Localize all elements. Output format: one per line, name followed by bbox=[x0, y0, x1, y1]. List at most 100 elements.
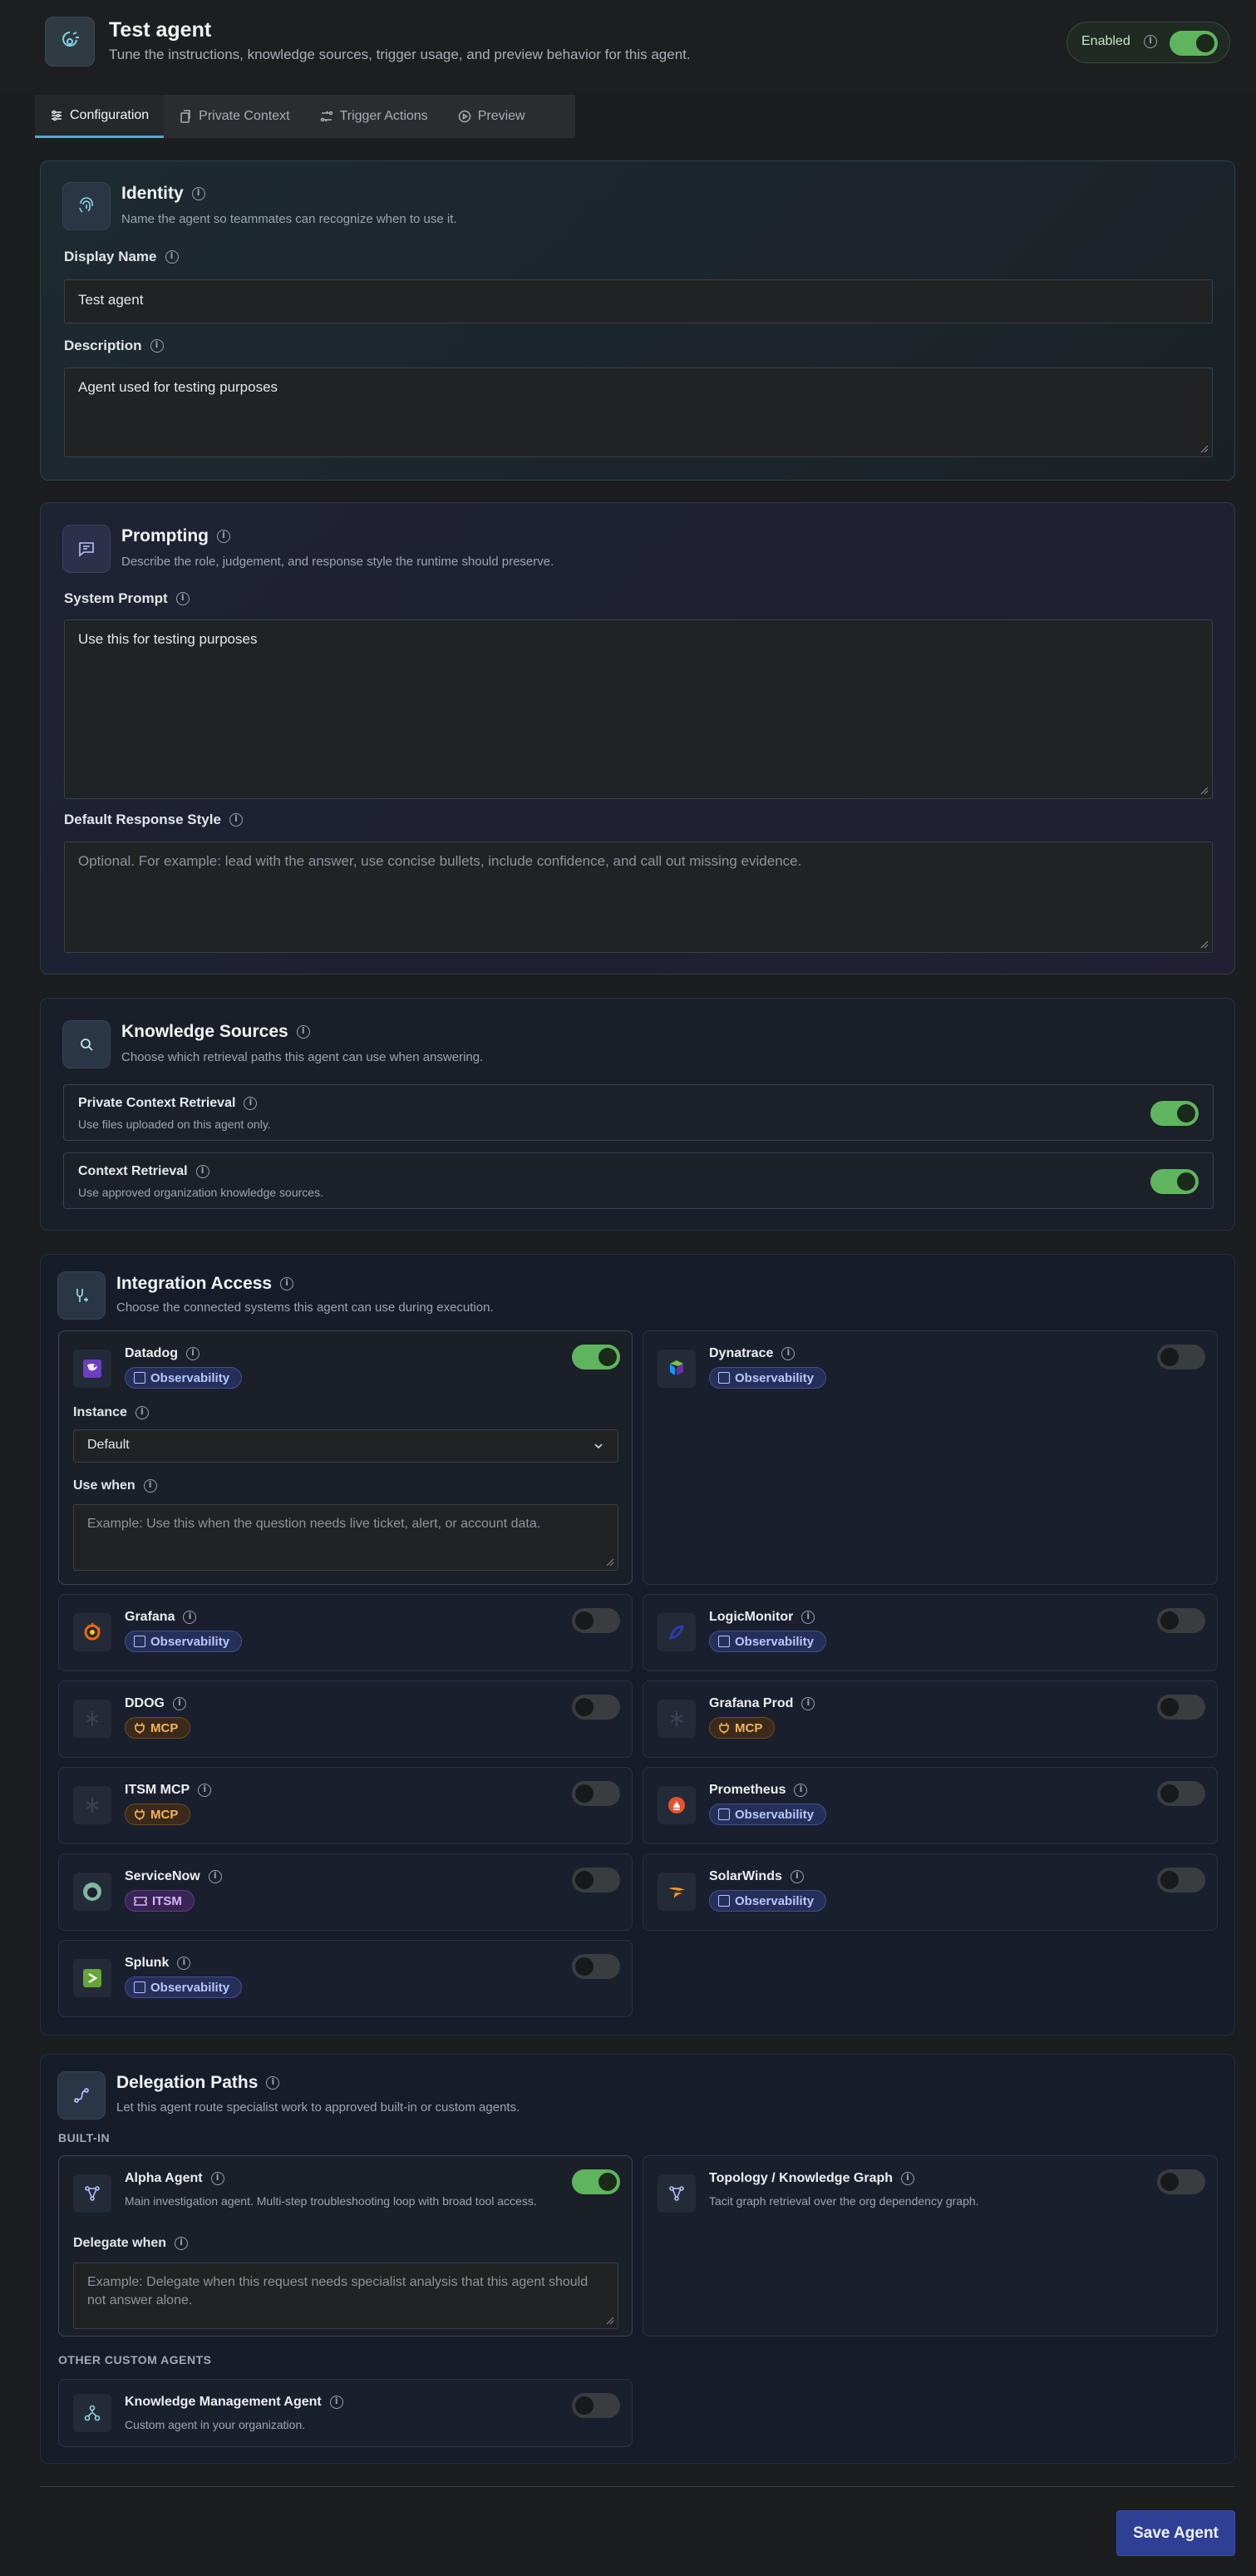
integration-card-grafana-prod: Grafana Prod MCP bbox=[643, 1680, 1218, 1758]
instance-select[interactable]: Default bbox=[73, 1429, 618, 1463]
info-icon[interactable] bbox=[165, 250, 179, 264]
knowledge-management-toggle[interactable] bbox=[572, 2393, 620, 2418]
activity-icon bbox=[134, 1636, 145, 1647]
category-badge: Observability bbox=[125, 1367, 243, 1389]
integration-card-logicmonitor: LogicMonitor Observability bbox=[643, 1594, 1218, 1671]
info-icon[interactable] bbox=[175, 2237, 189, 2250]
info-icon[interactable] bbox=[198, 1784, 212, 1797]
splunk-toggle[interactable] bbox=[572, 1954, 620, 1979]
info-icon[interactable] bbox=[210, 2172, 224, 2185]
info-icon[interactable] bbox=[329, 2396, 343, 2409]
info-icon[interactable] bbox=[173, 1697, 186, 1710]
dynatrace-toggle[interactable] bbox=[1157, 1345, 1205, 1369]
resize-grip-icon[interactable] bbox=[1200, 940, 1209, 949]
info-icon[interactable] bbox=[135, 1406, 149, 1419]
integration-title: Integration Access bbox=[116, 1274, 294, 1294]
tab-configuration[interactable]: Configuration bbox=[35, 95, 165, 138]
info-icon[interactable] bbox=[794, 1784, 808, 1797]
agent-description: Main investigation agent. Multi-step tro… bbox=[125, 2194, 537, 2208]
agent-network-icon bbox=[658, 2174, 696, 2213]
resize-grip-icon[interactable] bbox=[1200, 445, 1209, 453]
info-icon[interactable] bbox=[790, 1870, 804, 1883]
info-icon[interactable] bbox=[296, 1025, 310, 1039]
delegation-card-knowledge-management: Knowledge Management Agent Custom agent … bbox=[58, 2379, 633, 2447]
info-icon[interactable] bbox=[1144, 35, 1157, 48]
info-icon[interactable] bbox=[183, 1611, 197, 1624]
tab-trigger-actions[interactable]: Trigger Actions bbox=[305, 95, 443, 138]
alpha-agent-toggle[interactable] bbox=[572, 2169, 620, 2194]
knowledge-item-title: Private Context Retrieval bbox=[78, 1096, 258, 1111]
info-icon[interactable] bbox=[801, 1611, 815, 1624]
activity-icon bbox=[134, 1372, 145, 1384]
display-name-input[interactable]: Test agent bbox=[64, 279, 1213, 323]
page-subtitle: Tune the instructions, knowledge sources… bbox=[109, 47, 691, 62]
prometheus-toggle[interactable] bbox=[1157, 1781, 1205, 1806]
grafana-prod-toggle[interactable] bbox=[1157, 1695, 1205, 1720]
tab-label: Private Context bbox=[199, 109, 290, 123]
delegate-when-textarea[interactable]: Example: Delegate when this request need… bbox=[73, 2263, 618, 2329]
category-badge: ITSM bbox=[125, 1890, 195, 1912]
system-prompt-label: System Prompt bbox=[64, 590, 190, 607]
info-icon[interactable] bbox=[781, 1347, 795, 1360]
info-icon[interactable] bbox=[175, 592, 190, 605]
description-textarea[interactable]: Agent used for testing purposes bbox=[64, 368, 1213, 457]
info-icon[interactable] bbox=[191, 187, 205, 200]
servicenow-toggle[interactable] bbox=[572, 1868, 620, 1893]
resize-grip-icon[interactable] bbox=[606, 2317, 614, 2325]
splunk-logo-icon bbox=[73, 1959, 111, 1997]
tab-preview[interactable]: Preview bbox=[443, 95, 540, 138]
info-icon[interactable] bbox=[901, 2172, 915, 2185]
tab-private-context[interactable]: Private Context bbox=[164, 95, 304, 138]
tab-label: Configuration bbox=[70, 107, 150, 122]
logicmonitor-toggle[interactable] bbox=[1157, 1608, 1205, 1633]
ddog-toggle[interactable] bbox=[572, 1695, 620, 1720]
context-retrieval-toggle[interactable] bbox=[1150, 1169, 1199, 1194]
info-icon[interactable] bbox=[143, 1479, 157, 1493]
tab-bar: Configuration Private Context Trigger Ac… bbox=[35, 95, 575, 138]
resize-grip-icon[interactable] bbox=[1200, 787, 1209, 795]
info-icon[interactable] bbox=[195, 1165, 209, 1178]
info-icon[interactable] bbox=[229, 813, 243, 827]
info-icon[interactable] bbox=[186, 1347, 199, 1360]
info-icon[interactable] bbox=[280, 1277, 294, 1290]
info-icon[interactable] bbox=[150, 339, 164, 353]
grafana-toggle[interactable] bbox=[572, 1608, 620, 1633]
integration-name: Datadog bbox=[125, 1346, 199, 1361]
solarwinds-toggle[interactable] bbox=[1157, 1868, 1205, 1893]
response-style-placeholder: Optional. For example: lead with the ans… bbox=[78, 853, 802, 869]
info-icon[interactable] bbox=[177, 1957, 191, 1970]
info-icon[interactable] bbox=[208, 1870, 222, 1883]
integration-card-ddog: DDOG MCP bbox=[58, 1680, 633, 1758]
activity-icon bbox=[718, 1636, 730, 1647]
topology-toggle[interactable] bbox=[1157, 2169, 1205, 2194]
itsm-mcp-toggle[interactable] bbox=[572, 1781, 620, 1806]
info-icon[interactable] bbox=[801, 1697, 815, 1710]
enabled-switch-group: Enabled bbox=[1066, 22, 1230, 63]
agent-name: Topology / Knowledge Graph bbox=[709, 2171, 915, 2186]
response-style-textarea[interactable]: Optional. For example: lead with the ans… bbox=[64, 841, 1213, 953]
save-agent-button[interactable]: Save Agent bbox=[1116, 2510, 1235, 2556]
integration-card-splunk: Splunk Observability bbox=[58, 1940, 633, 2017]
info-icon[interactable] bbox=[217, 530, 230, 543]
datadog-toggle[interactable] bbox=[572, 1345, 620, 1369]
agent-enabled-toggle[interactable] bbox=[1170, 31, 1218, 56]
activity-icon bbox=[718, 1809, 730, 1820]
resize-grip-icon[interactable] bbox=[606, 1558, 614, 1567]
delegate-when-placeholder: Example: Delegate when this request need… bbox=[87, 2275, 589, 2307]
knowledge-subtitle: Choose which retrieval paths this agent … bbox=[121, 1050, 484, 1064]
category-badge: MCP bbox=[125, 1717, 191, 1739]
system-prompt-textarea[interactable]: Use this for testing purposes bbox=[64, 619, 1213, 799]
category-badge: Observability bbox=[125, 1631, 243, 1652]
integration-card-dynatrace: Dynatrace Observability bbox=[643, 1330, 1218, 1585]
delegation-title: Delegation Paths bbox=[116, 2073, 280, 2093]
private-context-toggle[interactable] bbox=[1150, 1101, 1199, 1126]
mcp-server-icon bbox=[73, 1786, 111, 1824]
info-icon[interactable] bbox=[244, 1097, 258, 1110]
knowledge-item-context-retrieval: Context Retrieval Use approved organizat… bbox=[63, 1152, 1214, 1209]
plug-icon bbox=[135, 1723, 145, 1734]
info-icon[interactable] bbox=[266, 2076, 280, 2090]
identity-title: Identity bbox=[121, 184, 205, 204]
activity-icon bbox=[718, 1895, 730, 1907]
use-when-textarea[interactable]: Example: Use this when the question need… bbox=[73, 1504, 618, 1571]
activity-icon bbox=[718, 1372, 730, 1384]
